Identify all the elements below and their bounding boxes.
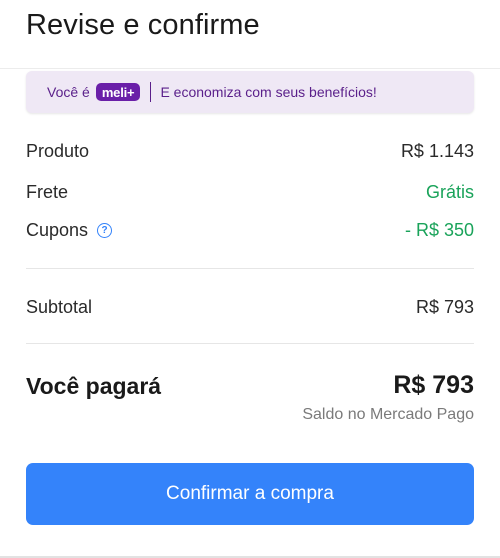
subtotal-row: Subtotal R$ 793 bbox=[26, 297, 474, 318]
shipping-row: Frete Grátis bbox=[26, 182, 474, 203]
product-row: Produto R$ 1.143 bbox=[26, 141, 474, 162]
confirm-purchase-button[interactable]: Confirmar a compra bbox=[26, 463, 474, 525]
meli-plus-banner[interactable]: Você é meli+ E economiza com seus benefí… bbox=[26, 71, 474, 113]
coupons-label: Cupons bbox=[26, 220, 89, 240]
product-label: Produto bbox=[26, 141, 90, 161]
shipping-value: Grátis bbox=[425, 182, 474, 202]
coupons-row: Cupons ? - R$ 350 bbox=[26, 220, 474, 241]
banner-text: E economiza com seus benefícios! bbox=[160, 84, 377, 100]
subtotal-value: R$ 793 bbox=[415, 297, 474, 317]
total-label: Você pagará bbox=[26, 373, 162, 399]
divider bbox=[26, 343, 474, 344]
meli-plus-badge: meli+ bbox=[95, 83, 141, 101]
page-title: Revise e confirme bbox=[26, 9, 260, 41]
divider bbox=[26, 268, 474, 269]
product-value: R$ 1.143 bbox=[400, 141, 474, 161]
subtotal-label: Subtotal bbox=[26, 297, 93, 317]
banner-lead-text: Você é bbox=[47, 84, 90, 100]
total-value: R$ 793 bbox=[393, 371, 474, 399]
banner-divider bbox=[150, 82, 152, 102]
coupons-label-group: Cupons ? bbox=[26, 220, 113, 241]
coupons-value: - R$ 350 bbox=[404, 220, 474, 240]
shipping-label: Frete bbox=[26, 182, 69, 202]
title-divider bbox=[0, 68, 500, 69]
info-circle-icon[interactable]: ? bbox=[97, 223, 113, 238]
payment-method-note: Saldo no Mercado Pago bbox=[302, 406, 474, 423]
